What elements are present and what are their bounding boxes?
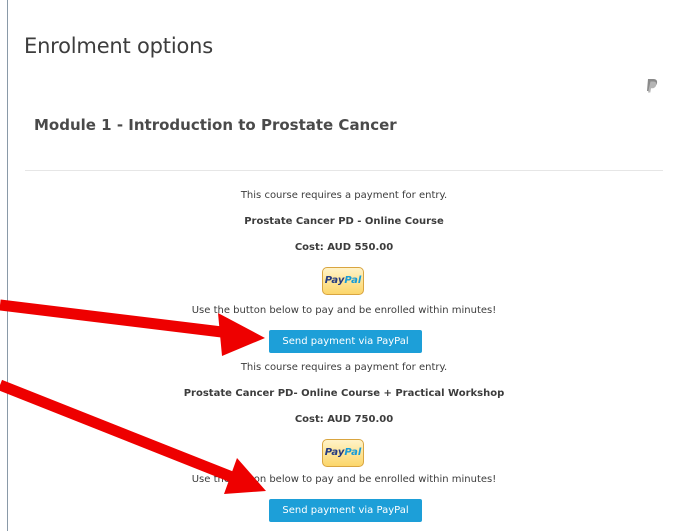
paypal-logo-pal: Pal (344, 447, 362, 458)
page-left-border (7, 0, 8, 531)
page-title: Enrolment options (24, 34, 213, 58)
module-title: Module 1 - Introduction to Prostate Canc… (34, 116, 397, 134)
course-cost: Cost: AUD 550.00 (294, 242, 394, 253)
payment-required-text: This course requires a payment for entry… (240, 362, 448, 373)
send-payment-button[interactable]: Send payment via PayPal (269, 499, 422, 522)
section-divider (25, 170, 663, 171)
course-name: Prostate Cancer PD- Online Course + Prac… (183, 388, 505, 399)
payment-required-text: This course requires a payment for entry… (240, 190, 448, 201)
send-payment-button[interactable]: Send payment via PayPal (269, 330, 422, 353)
paypal-icon (647, 79, 658, 93)
payment-instruction: Use the button below to pay and be enrol… (191, 305, 497, 316)
payment-instruction: Use the button below to pay and be enrol… (191, 474, 497, 485)
paypal-logo-pay: Pay (324, 447, 345, 458)
course-name: Prostate Cancer PD - Online Course (244, 216, 444, 227)
paypal-logo: PayPal (322, 267, 364, 295)
paypal-logo: PayPal (322, 439, 364, 467)
course-cost: Cost: AUD 750.00 (294, 414, 394, 425)
paypal-logo-pal: Pal (344, 275, 362, 286)
paypal-logo-pay: Pay (324, 275, 345, 286)
